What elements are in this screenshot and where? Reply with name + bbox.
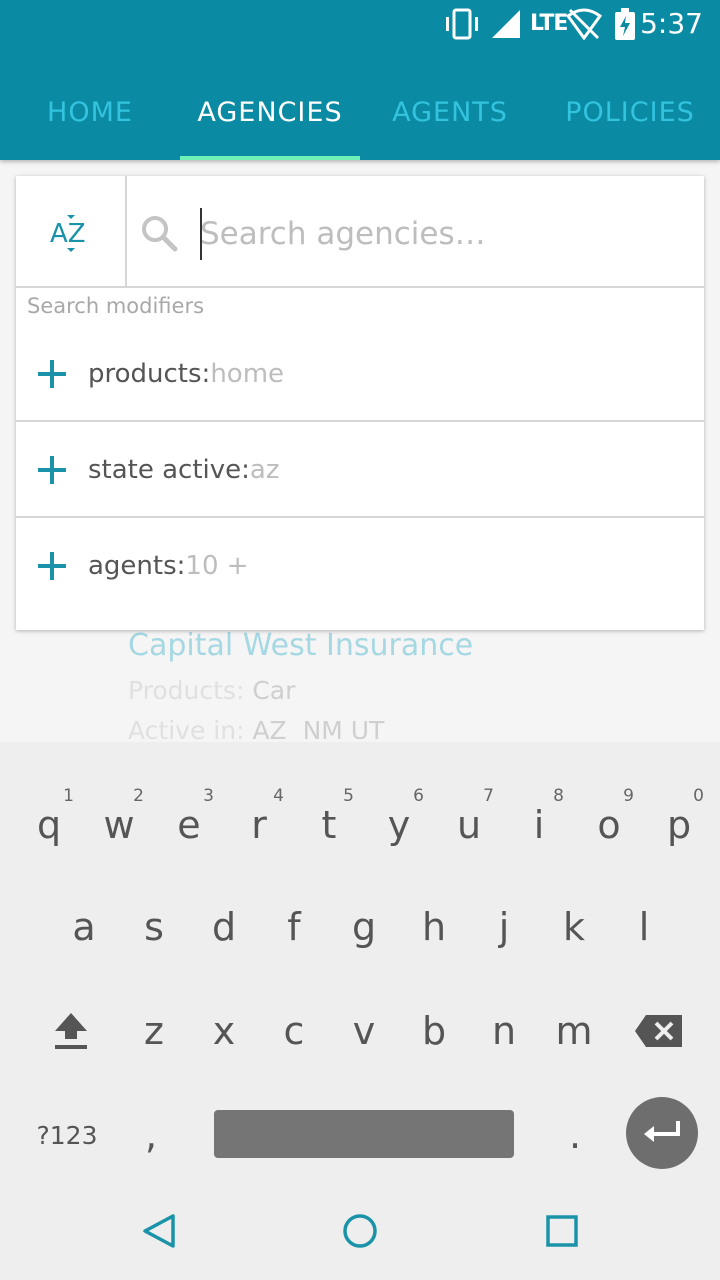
key-f[interactable]: f: [259, 892, 329, 962]
modifier-agents[interactable]: agents: 10 +: [16, 518, 704, 614]
divider: [16, 286, 704, 288]
search-panel: AZ Search modifiers products: home state…: [16, 176, 704, 630]
tab-home[interactable]: HOME: [0, 64, 180, 160]
modifier-hint: az: [249, 455, 280, 485]
recents-icon: [546, 1215, 578, 1247]
plus-icon: [16, 422, 88, 518]
key-h[interactable]: h: [399, 892, 469, 962]
enter-key[interactable]: [626, 1097, 698, 1169]
key-x[interactable]: x: [189, 996, 259, 1066]
key-z[interactable]: z: [119, 996, 189, 1066]
shift-key[interactable]: [36, 996, 106, 1066]
key-o[interactable]: o9: [574, 786, 644, 860]
key-y[interactable]: y6: [364, 786, 434, 860]
key-p[interactable]: p0: [644, 786, 714, 860]
key-v[interactable]: v: [329, 996, 399, 1066]
modifier-hint: home: [210, 359, 285, 389]
key-i[interactable]: i8: [504, 786, 574, 860]
plus-icon: [16, 326, 88, 422]
key-k[interactable]: k: [539, 892, 609, 962]
modifiers-caption: Search modifiers: [27, 294, 205, 318]
wifi-off-icon: [566, 8, 602, 40]
app-bar: LTE 5:37 HOME AGENCIES AGENTS POLICIES: [0, 0, 720, 160]
agency-name[interactable]: Capital West Insurance: [128, 628, 473, 663]
tab-bar: HOME AGENCIES AGENTS POLICIES: [0, 64, 720, 160]
key-s[interactable]: s: [119, 892, 189, 962]
space-key[interactable]: [214, 1110, 514, 1158]
key-u[interactable]: u7: [434, 786, 504, 860]
signal-icon: [492, 10, 520, 38]
sort-az-text: AZ: [50, 219, 86, 249]
key-w[interactable]: w2: [84, 786, 154, 860]
agency-active-label: Active in:: [128, 716, 245, 745]
sort-az-button[interactable]: AZ: [16, 176, 127, 287]
modifier-hint: 10 +: [185, 551, 249, 581]
recents-button[interactable]: [537, 1206, 587, 1256]
status-bar: LTE 5:37: [0, 0, 720, 48]
key-g[interactable]: g: [329, 892, 399, 962]
backspace-icon: [635, 1015, 682, 1047]
key-n[interactable]: n: [469, 996, 539, 1066]
modifier-state-active[interactable]: state active: az: [16, 422, 704, 518]
modifier-label: products:: [88, 359, 211, 389]
comma-key[interactable]: ,: [116, 1100, 186, 1170]
status-time: 5:37: [640, 7, 703, 40]
network-type-label: LTE: [530, 11, 568, 36]
symbols-key[interactable]: ?123: [24, 1100, 110, 1170]
tab-agents[interactable]: AGENTS: [360, 64, 540, 160]
tab-policies[interactable]: POLICIES: [540, 64, 720, 160]
agency-products-label: Products:: [128, 676, 245, 705]
home-button[interactable]: [335, 1206, 385, 1256]
navigation-bar: [0, 1182, 720, 1280]
sort-az-icon: AZ: [50, 214, 86, 252]
key-t[interactable]: t5: [294, 786, 364, 860]
back-button[interactable]: [134, 1206, 184, 1256]
backspace-key[interactable]: [624, 996, 694, 1066]
back-icon: [143, 1214, 175, 1248]
tab-agencies[interactable]: AGENCIES: [180, 64, 360, 160]
agency-products: Products: Car: [128, 676, 295, 705]
search-input[interactable]: [200, 202, 680, 266]
key-r[interactable]: r4: [224, 786, 294, 860]
key-q[interactable]: q1: [14, 786, 84, 860]
key-e[interactable]: e3: [154, 786, 224, 860]
key-l[interactable]: l: [609, 892, 679, 962]
vibrate-icon: [446, 8, 478, 40]
modifier-products[interactable]: products: home: [16, 326, 704, 422]
home-icon: [343, 1214, 377, 1248]
key-m[interactable]: m: [539, 996, 609, 1066]
search-icon: [142, 216, 178, 252]
shift-icon: [55, 1013, 87, 1049]
period-key[interactable]: .: [540, 1100, 610, 1170]
modifier-label: state active:: [88, 455, 250, 485]
agency-products-value: Car: [252, 676, 296, 705]
agency-active-value: AZ NM UT: [252, 716, 385, 745]
enter-icon: [644, 1121, 680, 1142]
key-d[interactable]: d: [189, 892, 259, 962]
battery-charging-icon: [615, 8, 635, 40]
key-b[interactable]: b: [399, 996, 469, 1066]
key-c[interactable]: c: [259, 996, 329, 1066]
text-cursor: [200, 208, 202, 260]
modifier-label: agents:: [88, 551, 186, 581]
key-a[interactable]: a: [49, 892, 119, 962]
plus-icon: [16, 518, 88, 614]
soft-keyboard: q1 w2 e3 r4 t5 y6 u7 i8 o9 p0 a s d f g …: [0, 742, 720, 1182]
key-j[interactable]: j: [469, 892, 539, 962]
agency-active-in: Active in: AZ NM UT: [128, 716, 384, 745]
